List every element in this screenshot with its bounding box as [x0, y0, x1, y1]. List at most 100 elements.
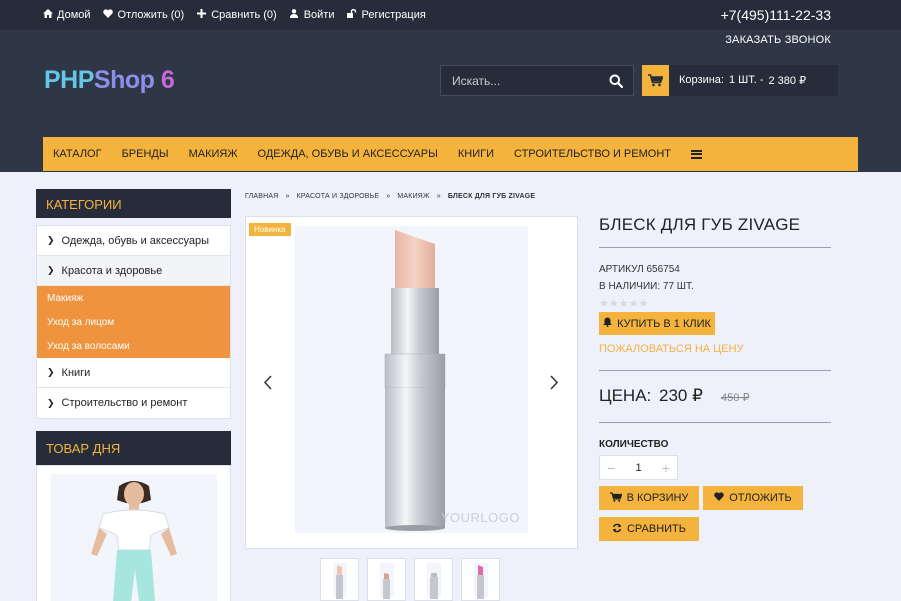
thumbnail[interactable] — [320, 558, 359, 601]
old-price: 450 ₽ — [721, 392, 750, 404]
breadcrumb-separator: » — [285, 193, 290, 200]
category-beauty[interactable]: ❯ Красота и здоровье — [37, 256, 230, 286]
new-badge: Новинка — [249, 223, 291, 236]
quantity-input[interactable]: 1 — [635, 462, 641, 474]
heart-icon — [103, 9, 114, 21]
search-icon[interactable] — [609, 74, 624, 89]
deal-of-day-box — [36, 465, 231, 601]
thumbnail[interactable] — [414, 558, 453, 601]
home-link-label: Домой — [57, 9, 91, 21]
compare-link[interactable]: Сравнить (0) — [196, 9, 277, 21]
compare-link-label: Сравнить (0) — [211, 9, 277, 21]
register-link-label: Регистрация — [361, 9, 426, 21]
compare-button[interactable]: СРАВНИТЬ — [599, 517, 699, 541]
nav-item-catalog[interactable]: КАТАЛОГ — [53, 148, 102, 160]
increment-button[interactable]: + — [662, 460, 670, 476]
cart-button[interactable]: Корзина: 1 ШТ. - 2 380 ₽ — [642, 65, 838, 96]
logo-watermark: YOURLOGO — [440, 510, 520, 525]
chevron-right-icon: ❯ — [47, 265, 55, 275]
compare-label: СРАВНИТЬ — [626, 523, 686, 535]
menu-icon[interactable] — [691, 149, 702, 159]
wishlist-button[interactable]: ОТЛОЖИТЬ — [703, 486, 803, 510]
user-icon — [289, 9, 300, 21]
deal-product-image[interactable] — [51, 474, 217, 601]
product-main-image[interactable]: YOURLOGO — [295, 226, 528, 533]
breadcrumb: ГЛАВНАЯ » КРАСОТА И ЗДОРОВЬЕ » МАКИЯЖ » … — [245, 193, 535, 200]
chevron-right-icon: ❯ — [47, 235, 55, 245]
search-input[interactable] — [441, 73, 601, 88]
cart-icon — [609, 491, 623, 505]
callback-link[interactable]: ЗАКАЗАТЬ ЗВОНОК — [725, 34, 831, 46]
bell-icon — [603, 317, 612, 330]
breadcrumb-separator: » — [386, 193, 391, 200]
cart-icon — [642, 65, 669, 96]
product-gallery: Новинка YOURLOGO — [245, 216, 578, 549]
nav-item-books[interactable]: КНИГИ — [458, 148, 494, 160]
divider — [599, 247, 831, 248]
add-to-cart-label: В КОРЗИНУ — [626, 492, 689, 504]
nav-item-clothing[interactable]: ОДЕЖДА, ОБУВЬ И АКСЕССУАРЫ — [258, 148, 438, 160]
heart-icon — [714, 492, 724, 504]
decrement-button[interactable]: − — [607, 460, 615, 476]
quantity-stepper: − 1 + — [599, 455, 678, 480]
wishlist-label: ОТЛОЖИТЬ — [729, 492, 792, 504]
cart-summary: Корзина: 1 ШТ. - 2 380 ₽ — [669, 74, 806, 87]
category-construction[interactable]: ❯ Строительство и ремонт — [37, 388, 230, 418]
complain-price-link[interactable]: ПОЖАЛОВАТЬСЯ НА ЦЕНУ — [599, 343, 744, 355]
breadcrumb-home[interactable]: ГЛАВНАЯ — [245, 193, 279, 200]
category-clothing[interactable]: ❯ Одежда, обувь и аксессуары — [37, 226, 230, 256]
categories-title: КАТЕГОРИИ — [36, 189, 231, 218]
category-list: ❯ Одежда, обувь и аксессуары ❯ Красота и… — [36, 225, 231, 419]
breadcrumb-separator: » — [436, 193, 441, 200]
thumbnail[interactable] — [461, 558, 500, 601]
category-label: Строительство и ремонт — [61, 397, 188, 409]
phone-number[interactable]: +7(495)111-22-33 — [721, 7, 831, 23]
add-to-cart-button[interactable]: В КОРЗИНУ — [599, 486, 699, 510]
nav-item-makeup[interactable]: МАКИЯЖ — [189, 148, 238, 160]
subcategory-face-care[interactable]: Уход за лицом — [37, 310, 230, 334]
cart-count: 1 ШТ. - — [728, 74, 764, 86]
price-label: ЦЕНА: — [599, 386, 652, 405]
price-value: 230 ₽ — [659, 386, 703, 405]
register-link[interactable]: Регистрация — [347, 8, 426, 21]
thumbnail[interactable] — [367, 558, 406, 601]
thumbnail-strip — [320, 558, 500, 601]
breadcrumb-current: БЛЕСК ДЛЯ ГУБ ZIVAGE — [447, 193, 536, 200]
home-icon — [42, 9, 53, 21]
rating-stars[interactable]: ★★★★★ — [599, 297, 648, 310]
main-nav: КАТАЛОГ БРЕНДЫ МАКИЯЖ ОДЕЖДА, ОБУВЬ И АК… — [43, 137, 858, 171]
buy-one-click-button[interactable]: КУПИТЬ В 1 КЛИК — [599, 312, 715, 335]
chevron-right-icon[interactable] — [550, 375, 559, 395]
site-logo[interactable]: PHPShop 6 — [44, 66, 175, 95]
login-link-label: Войти — [303, 9, 335, 21]
breadcrumb-beauty[interactable]: КРАСОТА И ЗДОРОВЬЕ — [297, 193, 380, 200]
chevron-left-icon[interactable] — [263, 375, 272, 395]
category-label: Красота и здоровье — [61, 264, 163, 277]
subcategory-list: Макияж Уход за лицом Уход за волосами — [37, 286, 230, 358]
category-label: Одежда, обувь и аксессуары — [61, 234, 209, 247]
nav-item-construction[interactable]: СТРОИТЕЛЬСТВО И РЕМОНТ — [514, 148, 671, 160]
product-title: БЛЕСК ДЛЯ ГУБ ZIVAGE — [599, 215, 801, 234]
category-label: Книги — [61, 366, 91, 379]
divider — [599, 422, 831, 423]
subcategory-makeup[interactable]: Макияж — [37, 286, 230, 310]
home-link[interactable]: Домой — [42, 9, 91, 21]
category-books[interactable]: ❯ Книги — [37, 358, 230, 388]
chevron-right-icon: ❯ — [47, 367, 55, 377]
subcategory-hair-care[interactable]: Уход за волосами — [37, 334, 230, 358]
wishlist-link[interactable]: Отложить (0) — [103, 9, 185, 21]
deal-of-day-title: ТОВАР ДНЯ — [36, 431, 231, 465]
product-sku: АРТИКУЛ 656754 — [599, 264, 680, 275]
unlock-icon — [347, 8, 358, 21]
logo-part-3: 6 — [154, 66, 175, 94]
top-links: Домой Отложить (0) Сравнить (0) Войти Ре… — [42, 8, 426, 21]
logo-part-1: PHP — [44, 66, 94, 94]
cart-label: Корзина: — [679, 74, 724, 86]
wishlist-link-label: Отложить (0) — [117, 9, 185, 21]
breadcrumb-makeup[interactable]: МАКИЯЖ — [397, 193, 429, 200]
buy-one-click-label: КУПИТЬ В 1 КЛИК — [617, 317, 711, 330]
login-link[interactable]: Войти — [289, 9, 335, 21]
search-box — [440, 65, 634, 96]
logo-part-2: Shop — [93, 66, 155, 94]
nav-item-brands[interactable]: БРЕНДЫ — [122, 148, 169, 160]
